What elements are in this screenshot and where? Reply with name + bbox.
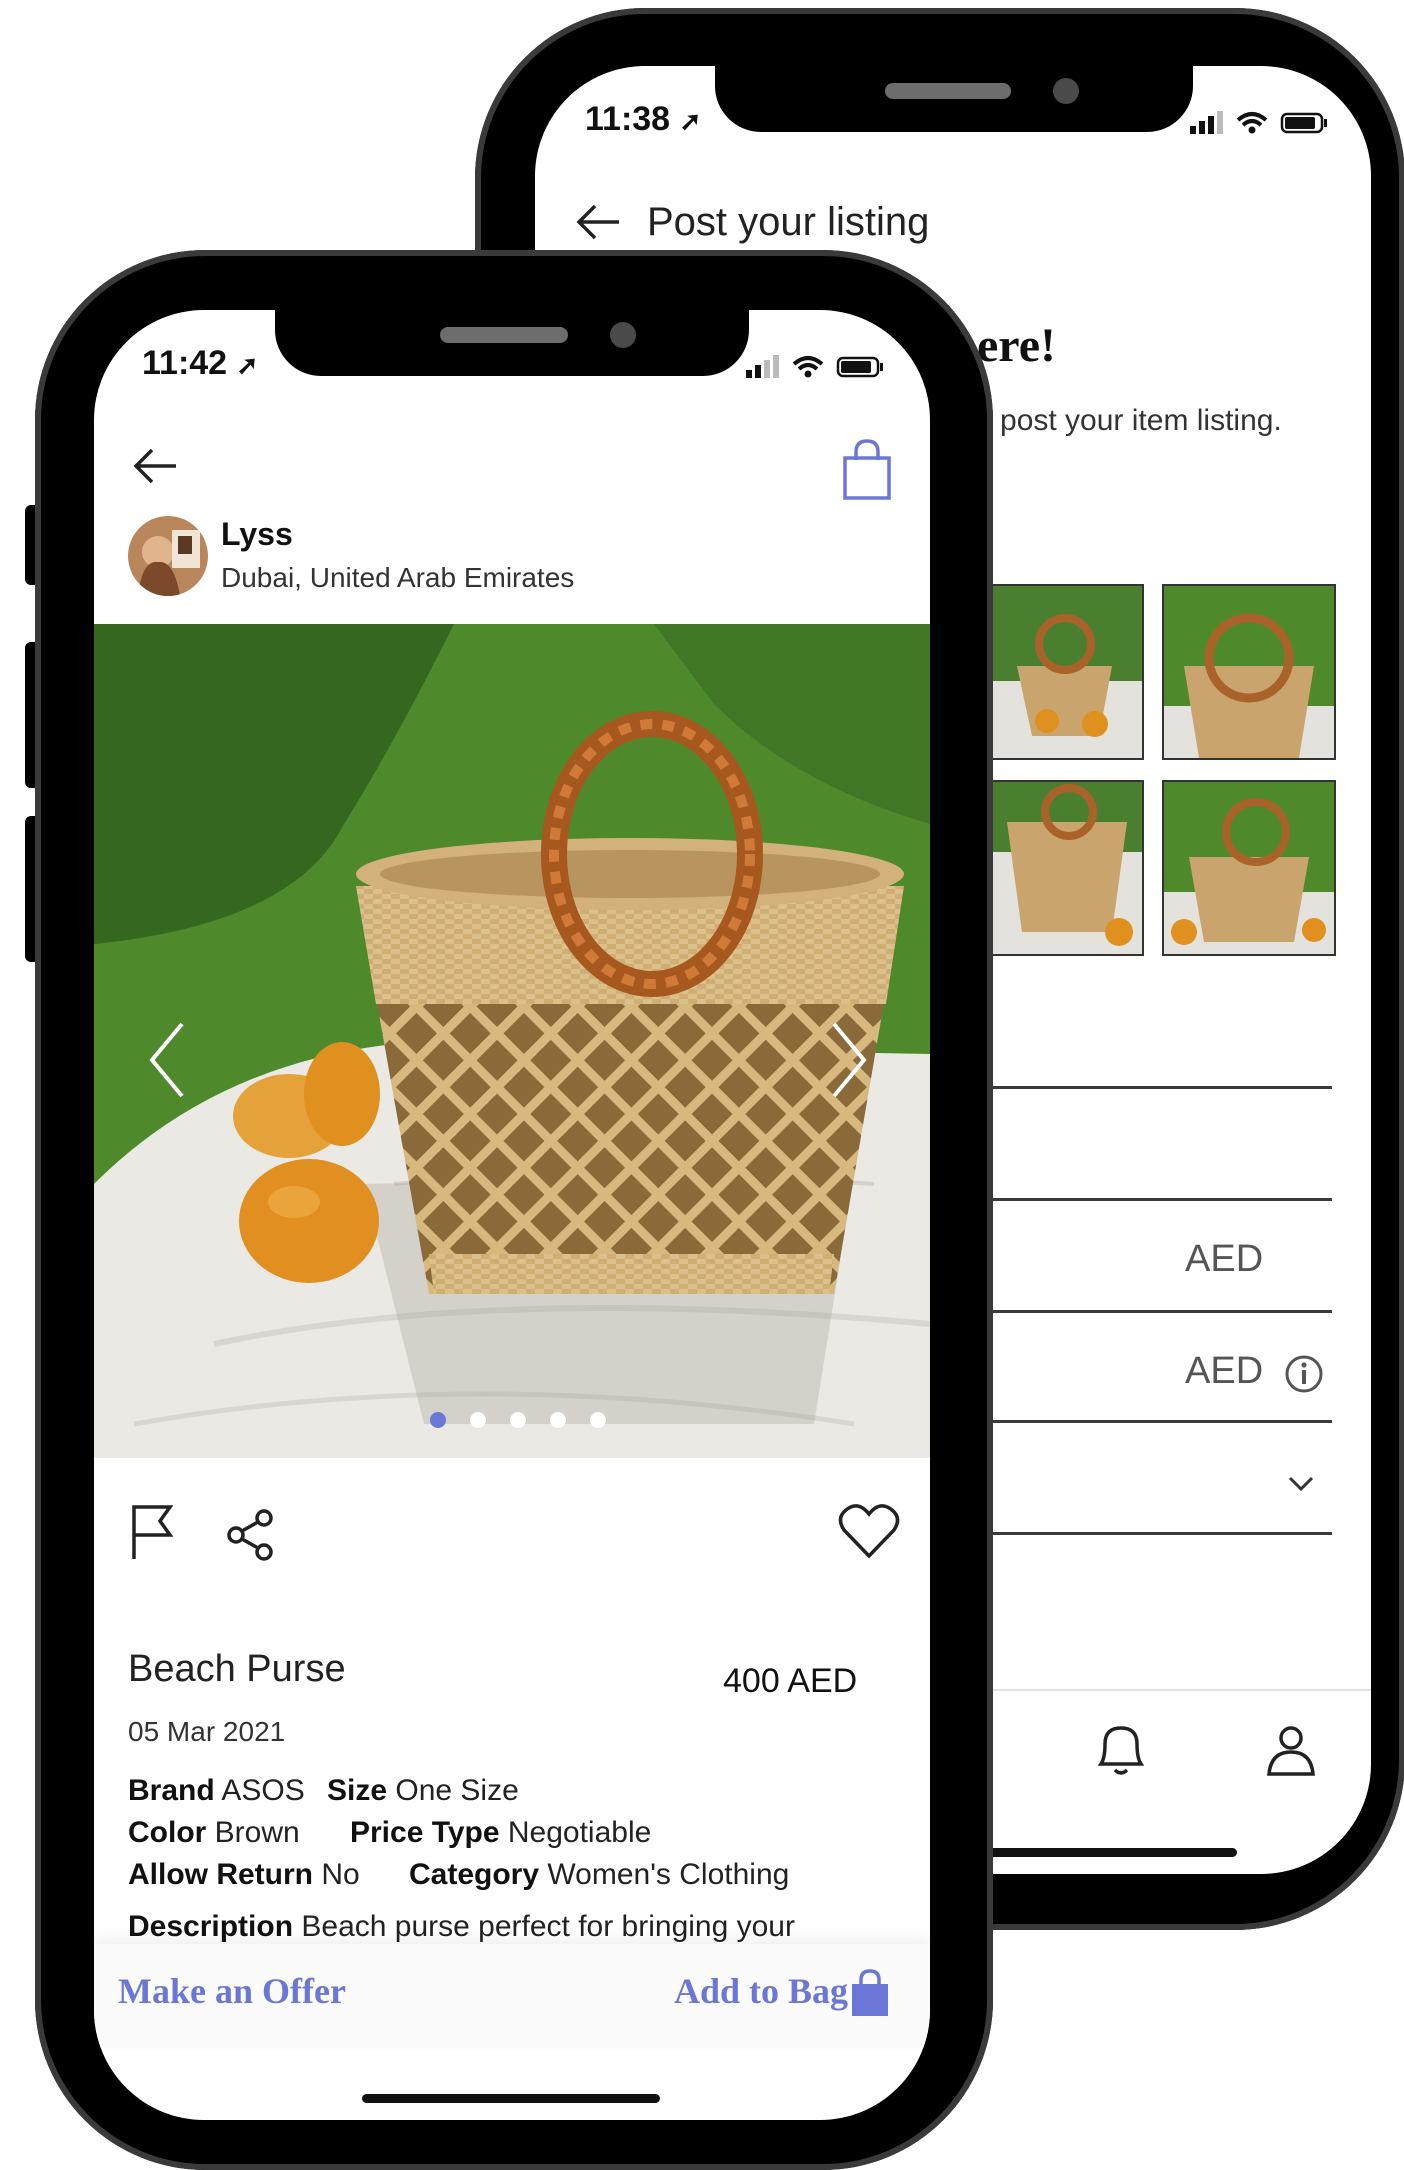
spec-brand: Brand ASOS [128,1774,305,1807]
carousel-dot[interactable] [510,1412,526,1428]
status-time: 11:38 ➚ [585,100,701,139]
spec-price-type: Price Type Negotiable [350,1816,652,1849]
price-currency-label-2: AED [1185,1350,1264,1392]
location-arrow-icon: ➚ [679,106,702,136]
spec-category: Category Women's Clothing [409,1858,790,1891]
item-date: 05 Mar 2021 [128,1716,286,1747]
status-time-text: 11:42 [142,344,228,382]
form-field-underline [975,1420,1332,1423]
signal-wifi-battery-icon [1190,111,1327,134]
status-time: 11:42 ➚ [142,344,258,383]
carousel-dot[interactable] [430,1412,446,1428]
flag-icon[interactable] [128,1503,176,1566]
bag-filled-icon[interactable] [850,1968,890,2023]
spec-allow-return: Allow Return No [128,1858,360,1891]
item-title: Beach Purse [128,1648,346,1690]
nav-title: Post your listing [647,200,930,244]
page-subtitle: o post your item listing. [975,404,1282,437]
status-time-text: 11:38 [585,100,671,138]
dropdown-underline [975,1532,1332,1535]
status-icons [1190,108,1330,143]
make-offer-button[interactable]: Make an Offer [118,1970,346,2012]
item-price: 400 AED [723,1662,858,1700]
home-indicator [362,2094,660,2103]
heart-icon[interactable] [838,1502,900,1565]
home-indicator [977,1848,1237,1857]
status-icons [746,352,886,387]
carousel-dot[interactable] [470,1412,486,1428]
bell-icon[interactable] [1093,1720,1149,1785]
tab-bar-divider [975,1689,1371,1691]
photo-thumbnail[interactable] [985,584,1144,760]
share-icon[interactable] [224,1508,278,1567]
product-image[interactable] [94,624,930,1458]
spec-size: Size One Size [327,1774,519,1807]
add-to-bag-button[interactable]: Add to Bag [674,1970,848,2012]
carousel-dot[interactable] [550,1412,566,1428]
form-field-underline [975,1198,1332,1201]
seller-location: Dubai, United Arab Emirates [221,562,575,593]
spec-color: Color Brown [128,1816,300,1849]
page-heading: ere! [977,319,1057,372]
photo-thumbnail[interactable] [985,780,1144,956]
shopping-bag-icon[interactable] [842,438,892,505]
back-arrow-icon[interactable] [132,446,178,491]
seller-name[interactable]: Lyss [221,516,293,553]
location-arrow-icon: ➚ [236,350,259,380]
signal-wifi-battery-icon [746,355,883,378]
price-field-underline[interactable] [975,1310,1332,1313]
front-phone-notch [275,304,749,376]
front-phone-screen: 11:42 ➚ Lyss Dubai, United Arab Emirates [94,310,930,2120]
carousel-dots[interactable] [428,1410,608,1430]
back-phone-notch [715,60,1193,132]
avatar[interactable] [128,516,208,596]
info-icon[interactable] [1284,1354,1324,1399]
photo-thumbnail[interactable] [1162,584,1336,760]
photo-thumbnail[interactable] [1162,780,1336,956]
back-arrow-icon[interactable] [575,204,621,245]
chevron-down-icon[interactable] [1288,1476,1314,1497]
profile-icon[interactable] [1263,1720,1319,1785]
form-field-underline [975,1086,1332,1089]
carousel-dot[interactable] [590,1412,606,1428]
chevron-left-icon[interactable] [146,1020,186,1105]
spec-description: Description Beach purse perfect for brin… [128,1910,795,1943]
price-currency-label: AED [1185,1238,1264,1280]
chevron-right-icon[interactable] [830,1020,870,1105]
